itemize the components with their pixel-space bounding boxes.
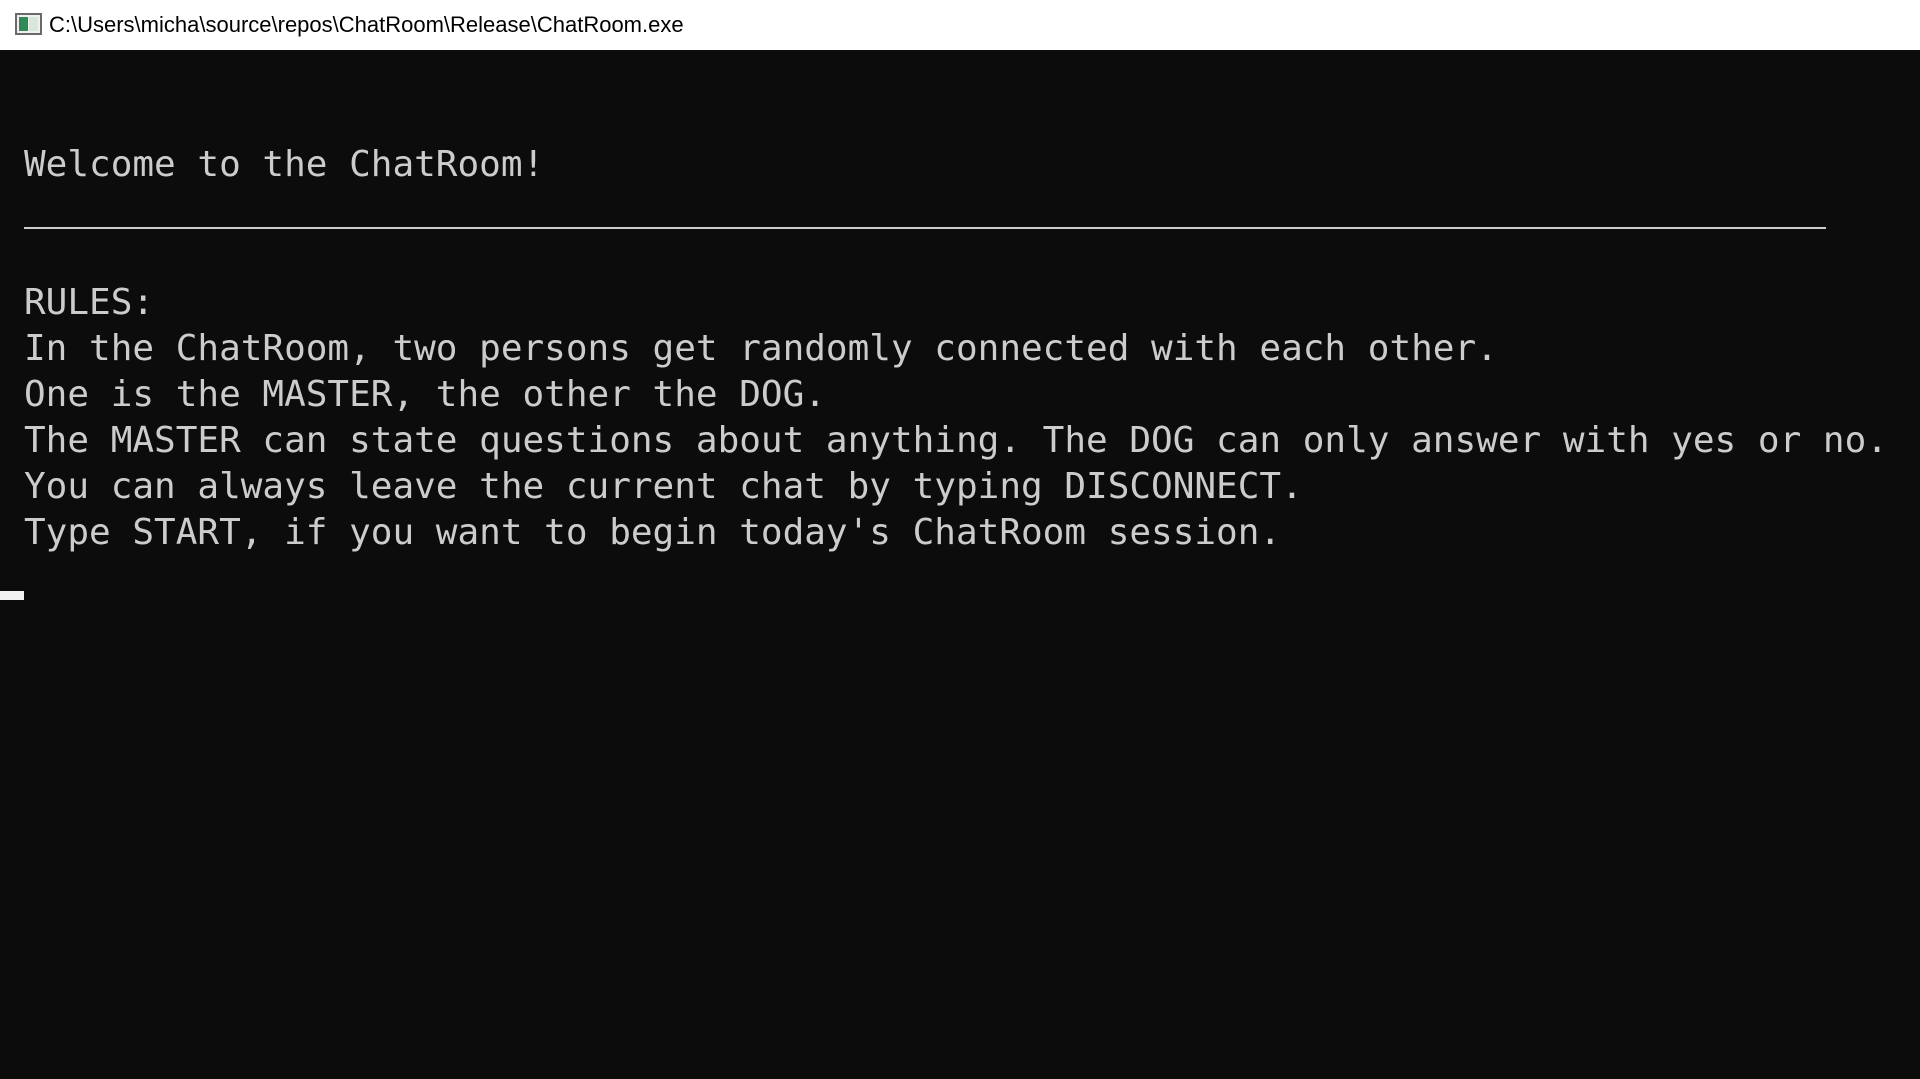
rule-line: One is the MASTER, the other the DOG. [24,374,826,415]
console-window: C:\Users\micha\source\repos\ChatRoom\Rel… [0,0,1920,1079]
window-title: C:\Users\micha\source\repos\ChatRoom\Rel… [49,12,684,37]
separator-line [24,227,1826,229]
rule-line: Type START, if you want to begin today's… [24,512,1282,553]
text-cursor [0,591,24,600]
welcome-message: Welcome to the ChatRoom! [24,144,545,185]
title-bar[interactable]: C:\Users\micha\source\repos\ChatRoom\Rel… [0,0,1920,50]
rules-heading: RULES: [24,282,155,323]
console-output[interactable]: Welcome to the ChatRoom! RULES: In the C… [0,50,1920,1079]
rule-line: The MASTER can state questions about any… [24,420,1888,461]
console-app-icon [15,13,42,35]
rule-line: In the ChatRoom, two persons get randoml… [24,328,1498,369]
rule-line: You can always leave the current chat by… [24,466,1303,507]
